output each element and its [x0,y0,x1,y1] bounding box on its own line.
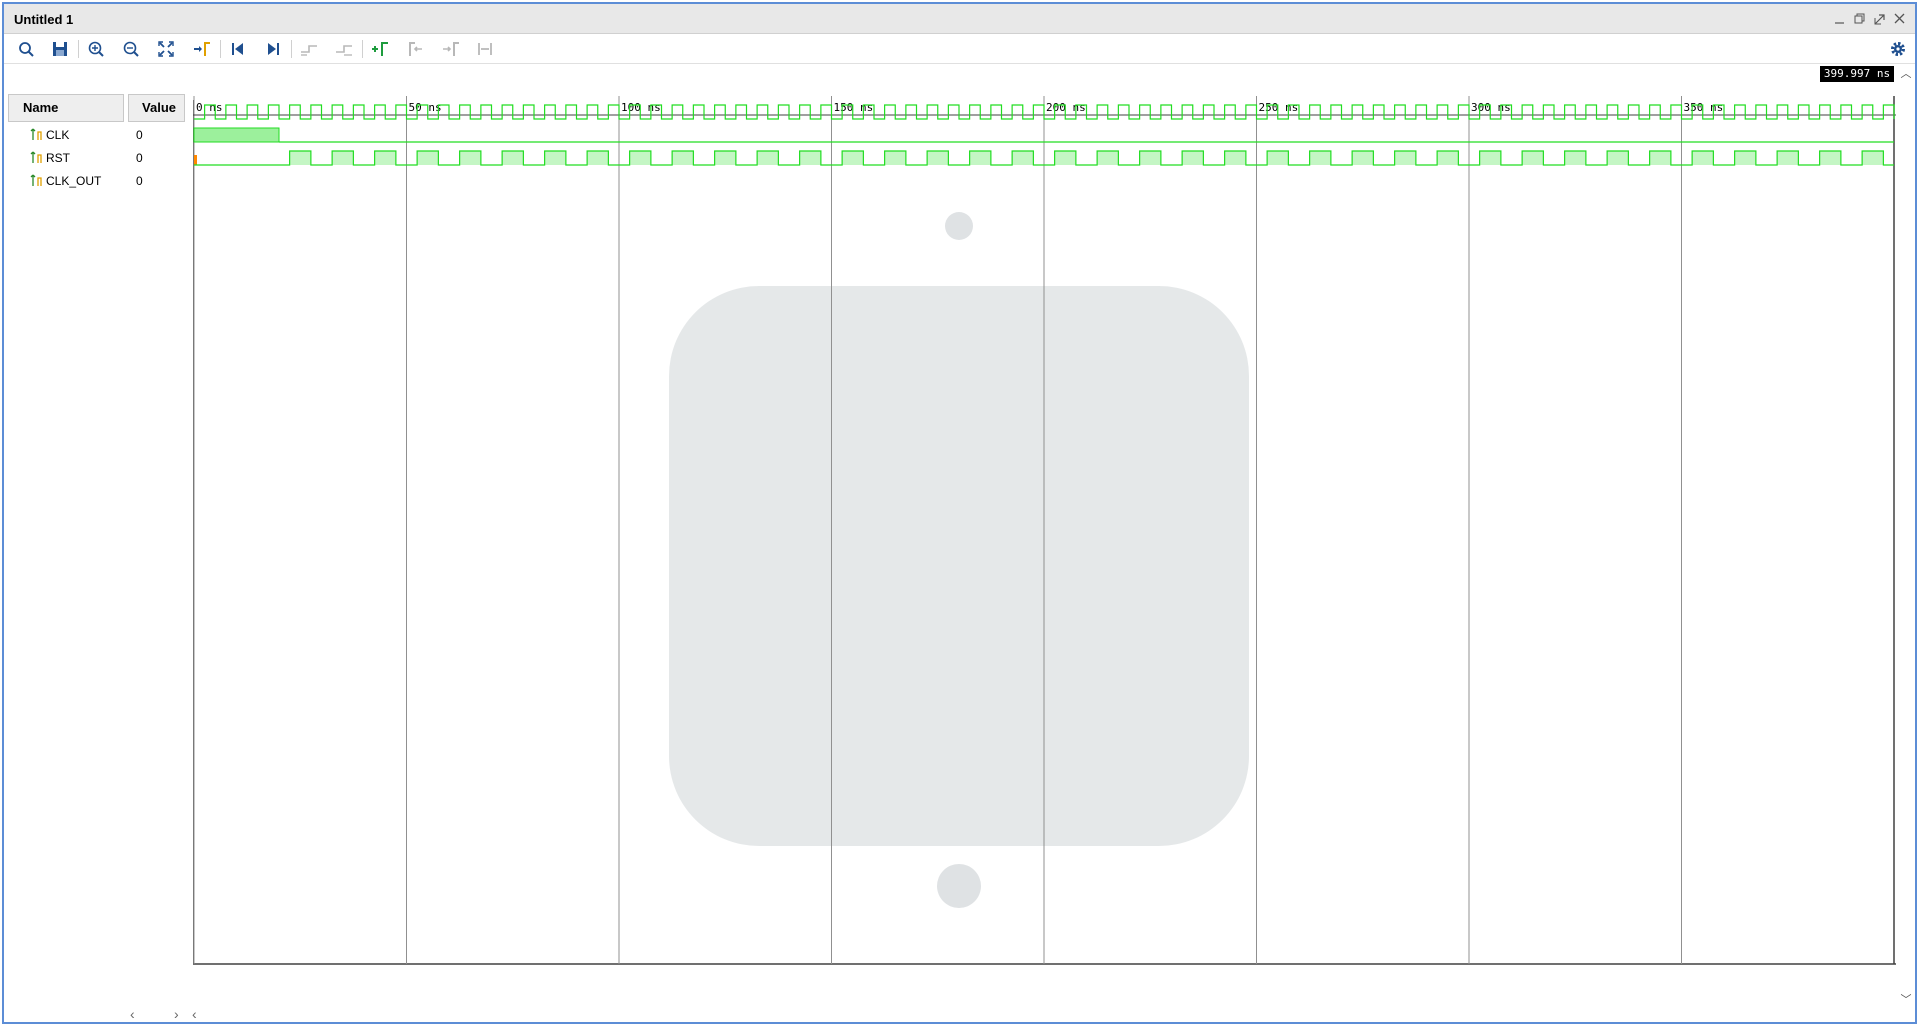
scroll-down-icon[interactable]: ﹀ [1899,992,1913,1008]
clk-out-high-pulse [842,151,864,165]
go-to-start-icon[interactable] [226,38,250,60]
clk-out-high-pulse [1352,151,1374,165]
save-icon[interactable] [48,38,72,60]
clk-out-high-pulse [544,151,566,165]
clk-out-high-pulse [672,151,694,165]
clk-out-high-pulse [799,151,821,165]
watermark-shape [937,864,981,908]
clk-out-high-pulse [374,151,396,165]
signal-value: 0 [136,151,143,165]
clk-out-high-pulse [1692,151,1714,165]
clk-out-high-pulse [1819,151,1841,165]
maximize-icon[interactable] [1871,10,1889,28]
clk-out-high-pulse [1777,151,1799,165]
value-column-header[interactable]: Value [128,94,185,122]
signal-icon [30,173,42,187]
ruler-label: 300 ns [1471,101,1511,114]
wave-scroll-left-icon[interactable]: ‹ [192,1006,197,1022]
zoom-fit-icon[interactable] [154,38,178,60]
signal-row-clk[interactable]: CLK 0 [8,124,188,146]
clk-waveform [194,104,1895,120]
clk-out-high-pulse [289,151,311,165]
signal-icon [30,150,42,164]
ruler-label: 150 ns [834,101,874,114]
clk-out-high-pulse [1564,151,1586,165]
clk-out-high-pulse [884,151,906,165]
signal-value: 0 [136,128,143,142]
clk-out-high-pulse [459,151,481,165]
clk-out-high-pulse [1012,151,1034,165]
clk-out-high-pulse [714,151,736,165]
waveform-canvas[interactable]: 0 ns 50 ns 100 ns 150 ns 200 ns 250 ns 300 ns 3… [193,96,1896,967]
close-icon[interactable] [1891,10,1909,28]
toolbar [4,34,1915,64]
cursor-time-readout: 399.997 ns [1820,66,1894,82]
clk-out-high-pulse [1394,151,1416,165]
waveform-panel[interactable]: 0 ns 50 ns 100 ns 150 ns 200 ns 250 ns 300 ns 3… [193,96,1896,967]
clk-out-high-pulse [587,151,609,165]
signal-name: CLK_OUT [46,174,102,188]
name-column-header[interactable]: Name [8,94,124,122]
clk-out-high-pulse [417,151,439,165]
zoom-in-icon[interactable] [84,38,108,60]
watermark-logo [669,212,1249,908]
window-title: Untitled 1 [14,12,74,27]
signal-row-rst[interactable]: RST 0 [8,147,188,169]
rst-high-segment [193,127,280,143]
go-to-cursor-icon[interactable] [190,38,214,60]
clk-out-high-pulse [1139,151,1161,165]
ruler-label: 350 ns [1684,101,1724,114]
swap-cursors-icon [473,38,497,60]
signal-name: CLK [46,128,70,142]
clk-out-high-pulse [1224,151,1246,165]
clk-out-high-pulse [1649,151,1671,165]
previous-transition-icon [297,38,321,60]
signal-icon [30,127,42,141]
clk-out-high-pulse [969,151,991,165]
scroll-right-icon[interactable]: › [174,1006,179,1022]
ruler-label: 100 ns [621,101,661,114]
clk-out-high-pulse [757,151,779,165]
scroll-up-icon[interactable]: ︿ [1899,66,1913,82]
clk-out-high-pulse [1734,151,1756,165]
ruler-label: 200 ns [1046,101,1086,114]
clk-out-high-pulse [1267,151,1289,165]
watermark-shape [669,286,1249,846]
title-bar: Untitled 1 [4,4,1915,34]
clk-out-high-pulse [1862,151,1884,165]
clk-out-high-pulse [1097,151,1119,165]
clk-out-high-pulse [1607,151,1629,165]
next-marker-icon [438,38,462,60]
next-transition-icon [332,38,356,60]
add-marker-icon[interactable] [368,38,392,60]
ruler-label: 50 ns [409,101,442,114]
clk-out-high-pulse [927,151,949,165]
clk-out-high-pulse [1479,151,1501,165]
ruler-label: 0 ns [196,101,223,114]
clk-out-high-pulse [502,151,524,165]
clk-out-high-pulse [332,151,354,165]
clk-out-undefined-marker [194,155,197,165]
ruler-label: 250 ns [1259,101,1299,114]
watermark-shape [945,212,973,240]
clk-out-high-pulse [1054,151,1076,165]
scroll-left-icon[interactable]: ‹ [130,1006,135,1022]
zoom-out-icon[interactable] [119,38,143,60]
previous-marker-icon [403,38,427,60]
restore-icon[interactable] [1851,10,1869,28]
clk-out-high-pulse [1522,151,1544,165]
clk-out-high-pulse [629,151,651,165]
gear-icon[interactable] [1886,38,1910,60]
clk-out-high-pulse [1437,151,1459,165]
clk-out-high-pulse [1182,151,1204,165]
go-to-end-icon[interactable] [261,38,285,60]
signal-name: RST [46,151,70,165]
minimize-icon[interactable] [1831,10,1849,28]
signal-value: 0 [136,174,143,188]
search-icon[interactable] [14,38,38,60]
signal-row-clk-out[interactable]: CLK_OUT 0 [8,170,188,192]
clk-out-high-pulse [1309,151,1331,165]
